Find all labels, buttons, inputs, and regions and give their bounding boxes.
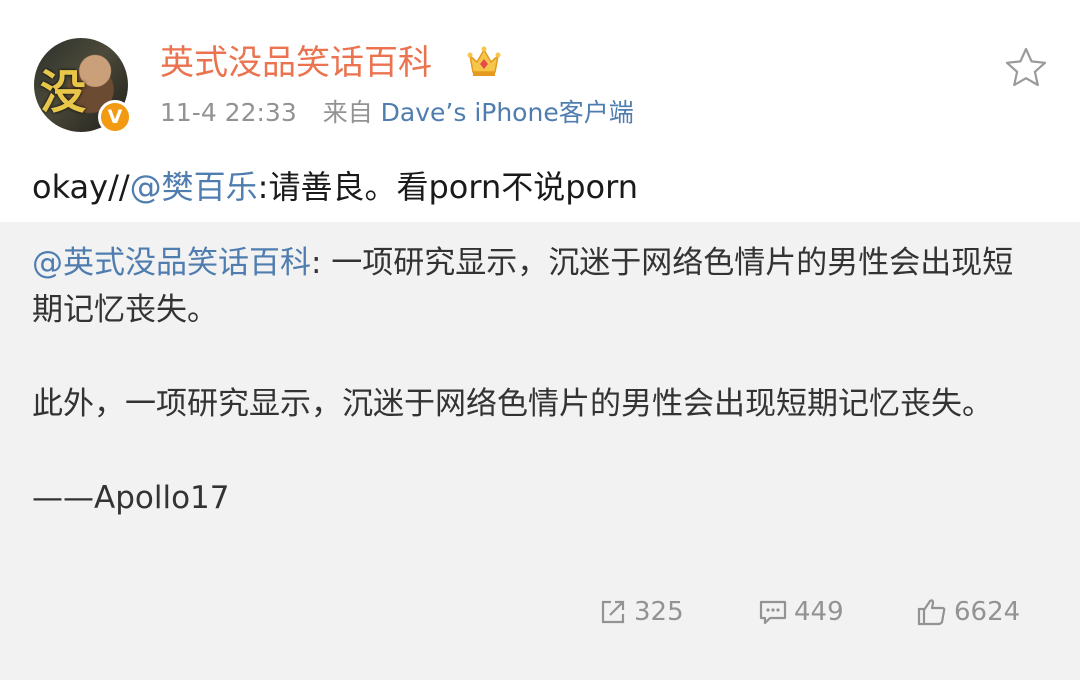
repost-count: 325 <box>634 597 684 627</box>
post-header: 没 V 英式没品笑话百科 11-4 22:33 来自 Dave’s iPhone… <box>0 0 1080 160</box>
like-button[interactable]: 6624 <box>916 592 1020 632</box>
post-time: 11-4 22:33 <box>160 98 297 127</box>
retweet-para-2: 此外，一项研究显示，沉迷于网络色情片的男性会出现短期记忆丧失。 <box>32 386 993 422</box>
retweet-mention-link[interactable]: @英式没品笑话百科 <box>32 245 311 281</box>
retweet-box[interactable]: @英式没品笑话百科: 一项研究显示，沉迷于网络色情片的男性会出现短期记忆丧失。 … <box>0 222 1080 680</box>
star-outline-icon[interactable] <box>1003 45 1049 91</box>
body-rest: :请善良。看porn不说porn <box>257 168 638 206</box>
comment-button[interactable]: 449 <box>758 592 844 632</box>
avatar-text: 没 <box>40 65 86 119</box>
post-body: okay//@樊百乐:请善良。看porn不说porn <box>32 164 638 210</box>
comment-count: 449 <box>794 597 844 627</box>
verified-badge: V <box>98 100 132 134</box>
crown-icon <box>467 46 501 76</box>
action-bar: 325 449 6624 <box>0 592 1080 632</box>
like-count: 6624 <box>954 597 1021 627</box>
body-mention-link[interactable]: @樊百乐 <box>130 168 258 206</box>
retweet-text: @英式没品笑话百科: 一项研究显示，沉迷于网络色情片的男性会出现短期记忆丧失。 … <box>32 240 1042 522</box>
repost-icon <box>601 600 625 624</box>
post-meta: 11-4 22:33 来自 Dave’s iPhone客户端 <box>160 96 634 130</box>
comment-icon <box>759 600 787 625</box>
body-prefix: okay// <box>32 168 130 206</box>
retweet-signature: ——Apollo17 <box>32 480 230 516</box>
retweet-para-1: @英式没品笑话百科: 一项研究显示，沉迷于网络色情片的男性会出现短期记忆丧失。 <box>32 240 1042 334</box>
device-link[interactable]: Dave’s iPhone客户端 <box>381 98 634 127</box>
source-prefix: 来自 <box>322 98 373 127</box>
username[interactable]: 英式没品笑话百科 <box>160 40 432 86</box>
thumbs-up-icon <box>917 599 946 626</box>
repost-button[interactable]: 325 <box>598 592 684 632</box>
